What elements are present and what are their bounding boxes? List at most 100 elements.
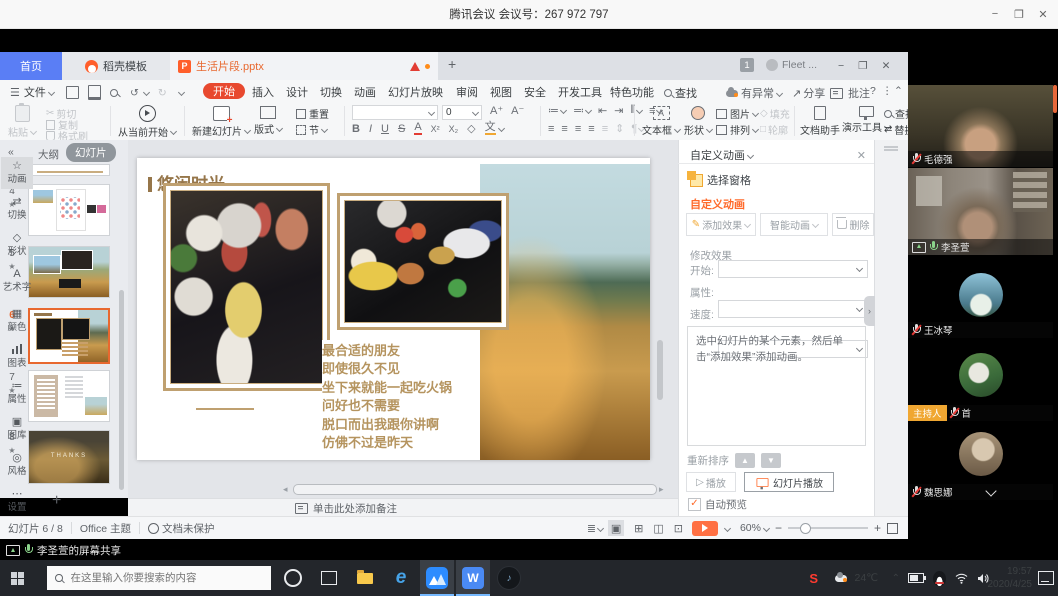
qq-tray-icon[interactable] [933, 560, 946, 596]
toolbar-chart[interactable]: 图表 [1, 344, 33, 370]
collapse-ribbon-button[interactable]: ⌃ [894, 85, 903, 97]
tab-home[interactable]: 首页 [0, 52, 62, 80]
auto-preview-checkbox[interactable]: ✓ 自动预览 [688, 497, 747, 512]
strike-button[interactable]: S [398, 123, 405, 135]
toolbar-animation[interactable]: ☆动画 [1, 157, 33, 189]
toolbar-shape[interactable]: ◇形状 [1, 232, 33, 258]
add-effect-button[interactable]: ✎添加效果 [686, 213, 756, 236]
participant-video-2[interactable]: 李圣萱 [908, 168, 1053, 255]
sogou-tray-icon[interactable]: S [809, 560, 818, 596]
save-icon[interactable] [66, 86, 79, 99]
redo-button[interactable]: ↻ [158, 87, 167, 99]
meeting-minimize-button[interactable]: − [988, 8, 1002, 20]
number-list-button[interactable]: ≕ [573, 104, 584, 117]
weather-tray[interactable]: 24℃ [835, 560, 878, 596]
present-tools-button[interactable]: 演示工具 [842, 106, 890, 134]
justify-button[interactable]: ≡ [588, 123, 594, 135]
share-button[interactable]: ↗分享 [792, 85, 825, 101]
tray-expand-button[interactable]: ⌃ [892, 560, 900, 596]
battery-tray-icon[interactable] [906, 560, 926, 596]
subscript-button[interactable]: X₂ [449, 124, 459, 134]
panel-drag-handle[interactable] [884, 146, 898, 148]
more-menu-button[interactable]: ⋮ [882, 85, 893, 97]
fleet-button[interactable]: Fleet ... [766, 56, 817, 74]
toolbar-transition[interactable]: ⇄切换 [1, 196, 33, 222]
menu-tab-animation[interactable]: 动画 [354, 84, 376, 100]
task-view-button[interactable] [312, 560, 346, 596]
phonetic-button[interactable]: 文 [485, 122, 496, 135]
food-photo-right[interactable] [337, 193, 509, 330]
menu-tab-slideshow[interactable]: 幻灯片放映 [388, 84, 443, 100]
play-from-current-button[interactable]: 从当前开始 [118, 105, 176, 139]
print-icon[interactable] [88, 85, 101, 100]
menu-tab-view[interactable]: 视图 [490, 84, 512, 100]
play-button[interactable]: ▷播放 [686, 472, 736, 492]
panel-collapse-arrow[interactable]: › [864, 296, 875, 326]
reorder-down-button[interactable]: ▼ [761, 453, 781, 468]
menu-tab-transition[interactable]: 切换 [320, 84, 342, 100]
collapse-participants-chevron[interactable] [985, 485, 996, 496]
tab-docer[interactable]: 稻壳模板 [62, 52, 170, 80]
edge-button[interactable]: e [384, 560, 418, 596]
notes-view-button[interactable]: ≣ [587, 522, 596, 535]
music-app-button[interactable]: ♪ [492, 560, 526, 596]
search-input[interactable] [69, 571, 264, 585]
zoom-slider-knob[interactable] [800, 523, 811, 534]
slide-thumb-8[interactable]: THANKS [28, 430, 110, 484]
read-view-button[interactable]: ⊡ [674, 522, 683, 535]
underline-button[interactable]: U [381, 123, 389, 135]
menu-tab-security[interactable]: 安全 [524, 84, 546, 100]
toolbar-style[interactable]: ◎风格 [1, 452, 33, 478]
toolbar-property[interactable]: ≔属性 [1, 380, 33, 406]
fit-screen-button[interactable] [887, 523, 898, 534]
property-select[interactable] [718, 300, 868, 318]
protect-label[interactable]: 文档未保护 [162, 521, 215, 536]
zoom-out-button[interactable]: − [775, 521, 782, 535]
participant-video-1[interactable]: 毛德强 [908, 85, 1053, 167]
toolbar-gallery[interactable]: ▣图库 [1, 416, 33, 442]
italic-button[interactable]: I [369, 123, 372, 135]
cortana-button[interactable] [276, 560, 310, 596]
participant-avatar-4[interactable]: 主持人 首 [908, 339, 1053, 421]
bold-button[interactable]: B [352, 123, 360, 135]
find-menu-button[interactable]: 查找 [664, 85, 697, 101]
slide-thumb-3-partial[interactable] [28, 164, 110, 176]
menu-tab-insert[interactable]: 插入 [252, 84, 274, 100]
slideshow-button[interactable] [692, 521, 718, 536]
slide-thumb-6-selected[interactable] [28, 308, 110, 364]
clear-format-button[interactable]: ◇ [467, 122, 475, 135]
new-tab-button[interactable]: + [448, 56, 456, 72]
toolbar-wordart[interactable]: A艺术字 [1, 268, 33, 294]
thumbnail-scrollbar[interactable] [119, 290, 124, 490]
scroll-left-arrow[interactable]: ◂ [283, 484, 288, 495]
new-slide-button[interactable]: 新建幻灯片 [192, 106, 250, 138]
layout-button[interactable]: 版式 [254, 106, 282, 136]
panel-title-dropdown[interactable] [747, 151, 754, 158]
align-left-button[interactable]: ≡ [548, 123, 554, 135]
slideshow-play-button[interactable]: 幻灯片播放 [744, 472, 834, 492]
sync-status-button[interactable]: 有异常 [726, 85, 782, 101]
zoom-in-button[interactable]: + [874, 521, 881, 535]
paste-button[interactable]: 粘贴 [8, 105, 36, 139]
section-button[interactable]: 节 [296, 122, 327, 137]
file-explorer-button[interactable] [348, 560, 382, 596]
action-center-button[interactable] [1038, 560, 1054, 596]
food-photo-left[interactable] [163, 183, 330, 391]
wps-minimize-button[interactable]: − [838, 60, 844, 72]
start-select[interactable] [718, 260, 868, 278]
decrease-indent-button[interactable]: ⇤ [598, 104, 607, 117]
decrease-font-button[interactable]: A⁻ [511, 104, 524, 117]
undo-button[interactable]: ↺ [130, 87, 139, 99]
increase-indent-button[interactable]: ⇥ [614, 104, 623, 117]
tab-count-badge[interactable]: 1 [740, 58, 754, 72]
file-menu[interactable]: ☰ 文件 [10, 84, 54, 100]
delete-effect-button[interactable]: 删除 [832, 213, 874, 236]
menu-tab-design[interactable]: 设计 [286, 84, 308, 100]
selection-pane-button[interactable]: 选择窗格 [690, 172, 751, 188]
align-right-button[interactable]: ≡ [575, 123, 581, 135]
zoom-slider[interactable] [788, 527, 868, 529]
tab-document[interactable]: P 生活片段.pptx [170, 52, 438, 80]
preview-icon[interactable] [110, 89, 118, 97]
scroll-right-arrow[interactable]: ▸ [659, 484, 664, 495]
superscript-button[interactable]: X² [431, 124, 440, 134]
